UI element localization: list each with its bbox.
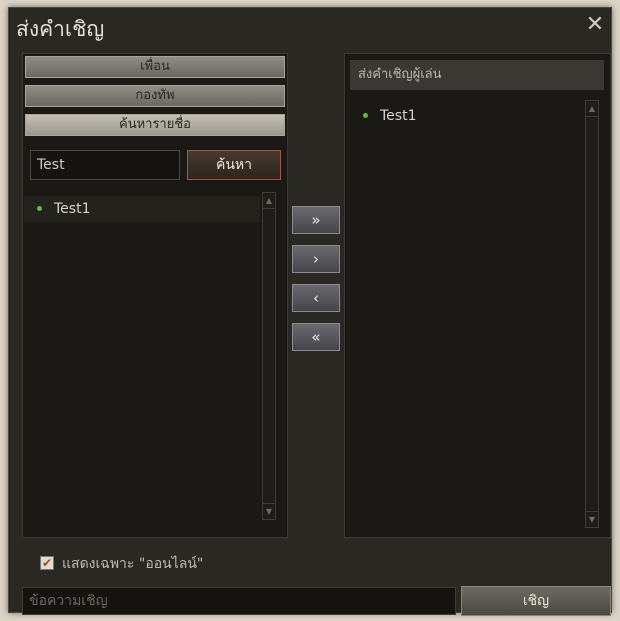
online-only-label: แสดงเฉพาะ "ออนไลน์" — [62, 556, 204, 572]
scroll-up-icon[interactable]: ▲ — [586, 101, 598, 117]
online-status-icon — [37, 206, 42, 211]
tab-friends[interactable]: เพื่อน — [25, 56, 285, 78]
search-input[interactable]: Test — [30, 150, 180, 180]
add-all-button[interactable]: » — [292, 206, 340, 234]
right-scrollbar[interactable]: ▲ ▼ — [585, 100, 599, 528]
left-scrollbar[interactable]: ▲ ▼ — [262, 192, 276, 520]
remove-button[interactable]: ‹ — [292, 284, 340, 312]
invite-button[interactable]: เชิญ — [461, 586, 611, 616]
scroll-down-icon[interactable]: ▼ — [263, 503, 275, 519]
scroll-down-icon[interactable]: ▼ — [586, 511, 598, 527]
online-status-icon — [363, 113, 368, 118]
tab-clan[interactable]: กองทัพ — [25, 85, 285, 107]
invite-message-input[interactable]: ข้อความเชิญ — [22, 587, 456, 615]
list-item[interactable]: Test1 — [24, 196, 260, 222]
list-item[interactable]: Test1 — [350, 103, 580, 129]
close-icon[interactable]: ✕ — [584, 14, 606, 36]
scroll-up-icon[interactable]: ▲ — [263, 193, 275, 209]
remove-all-button[interactable]: « — [292, 323, 340, 351]
tab-search-by-name[interactable]: ค้นหารายชื่อ — [25, 114, 285, 136]
invite-players-header: ส่งคำเชิญผู้เล่น — [350, 60, 604, 90]
player-name: Test1 — [380, 108, 417, 124]
player-name: Test1 — [54, 201, 91, 217]
online-only-checkbox[interactable]: ✔ — [40, 556, 54, 570]
search-button[interactable]: ค้นหา — [187, 150, 281, 180]
add-button[interactable]: › — [292, 245, 340, 273]
dialog-title: ส่งคำเชิญ — [16, 17, 105, 41]
